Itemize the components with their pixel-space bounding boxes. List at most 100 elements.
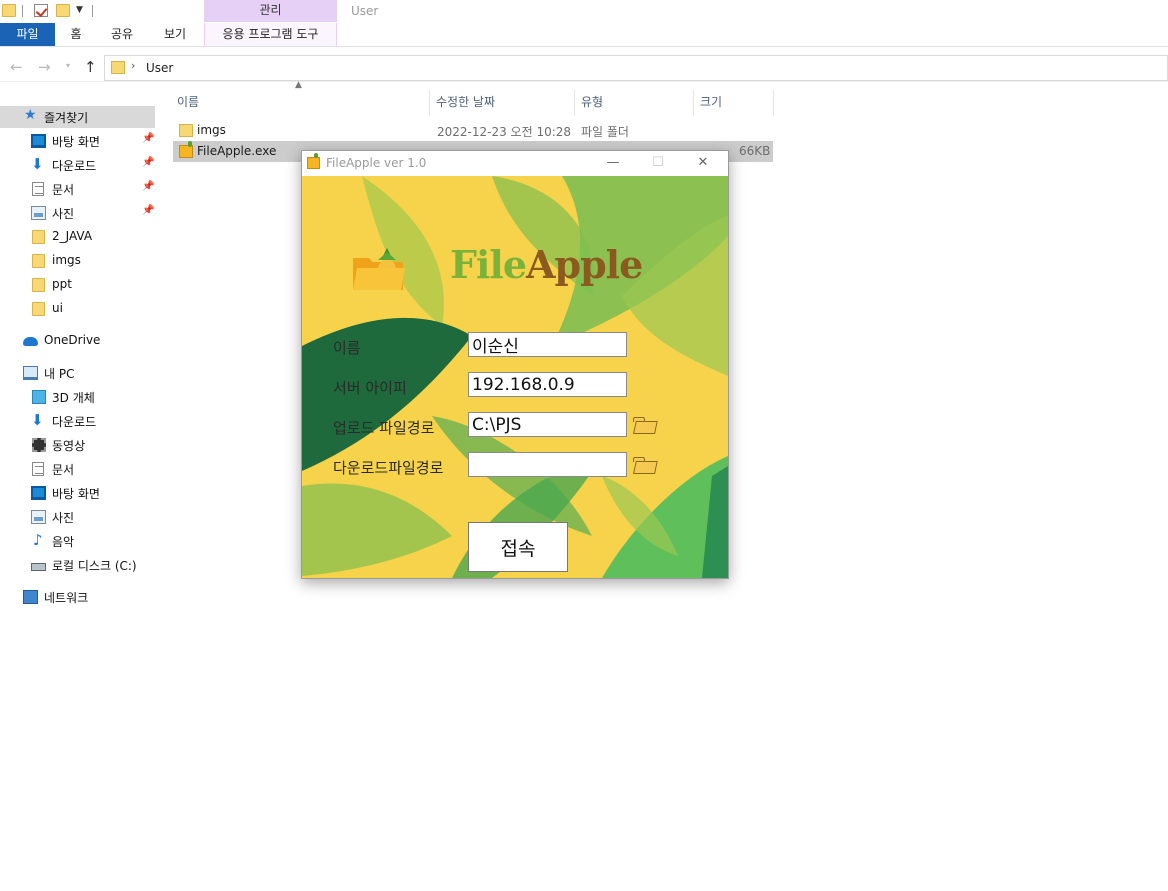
fileapple-title-bar[interactable]: FileApple ver 1.0 — ☐ ✕: [302, 151, 728, 176]
file-size: 66KB: [739, 144, 771, 158]
nav-item-pictures[interactable]: 사진 📌: [0, 202, 155, 224]
sort-ascending-icon: ▲: [295, 80, 302, 90]
name-label: 이름: [333, 339, 361, 357]
column-header-size[interactable]: 크기: [700, 88, 722, 116]
onedrive-cloud-icon: [23, 337, 38, 346]
nav-item-ppt[interactable]: ppt: [0, 274, 155, 296]
tab-view[interactable]: 보기: [157, 23, 193, 46]
breadcrumb-current[interactable]: User: [146, 61, 173, 75]
properties-icon[interactable]: [34, 4, 48, 17]
window-title: User: [351, 4, 379, 18]
upload-path-input[interactable]: [468, 412, 627, 437]
up-arrow-icon[interactable]: ↑: [84, 58, 97, 76]
nav-label: 바탕 화면: [52, 135, 100, 149]
server-ip-label: 서버 아이피: [333, 379, 407, 397]
forward-arrow-icon[interactable]: →: [38, 58, 51, 76]
fileapple-app-icon: [179, 141, 193, 158]
column-divider[interactable]: [693, 90, 694, 116]
address-input[interactable]: › User: [104, 55, 1168, 81]
network-icon: [23, 590, 38, 604]
nav-item-music[interactable]: ♪ 음악: [0, 530, 155, 552]
nav-item-2-java[interactable]: 2_JAVA: [0, 226, 155, 248]
nav-label: 3D 개체: [52, 391, 95, 405]
nav-label: ppt: [52, 277, 72, 291]
tab-share[interactable]: 공유: [104, 23, 140, 46]
nav-item-favorites[interactable]: ★ 즐겨찾기: [0, 106, 155, 128]
fileapple-window: FileApple ver 1.0 — ☐ ✕ FileApple 이름 이순신…: [301, 150, 729, 579]
close-icon[interactable]: ✕: [688, 153, 718, 173]
fileapple-content: FileApple 이름 서버 아이피 업로드 파일경로 다운로드파일경로 접속: [302, 176, 728, 578]
column-divider[interactable]: [773, 90, 774, 116]
name-input[interactable]: [468, 332, 627, 357]
tab-file[interactable]: 파일: [0, 23, 55, 46]
column-divider[interactable]: [429, 90, 430, 116]
nav-label: 로컬 디스크 (C:): [52, 559, 137, 573]
nav-label: 동영상: [52, 439, 86, 453]
address-bar-row: ← → ▾ ↑ › User: [0, 53, 1168, 82]
nav-item-ui[interactable]: ui: [0, 298, 155, 320]
explorer-title-bar: ▼ 관리 User: [0, 0, 1168, 23]
customize-quick-access-icon[interactable]: ▼: [76, 5, 83, 15]
nav-item-local-disk[interactable]: 로컬 디스크 (C:): [0, 554, 155, 576]
nav-label: imgs: [52, 253, 81, 267]
nav-label: 문서: [52, 183, 75, 197]
nav-item-pc-downloads[interactable]: ⬇ 다운로드: [0, 410, 155, 432]
column-header-name[interactable]: 이름: [177, 88, 199, 116]
nav-item-onedrive[interactable]: OneDrive: [0, 330, 155, 352]
browse-upload-folder-icon[interactable]: [633, 417, 658, 435]
star-icon: ★: [24, 107, 37, 123]
nav-item-pc-pictures[interactable]: 사진: [0, 506, 155, 528]
back-arrow-icon[interactable]: ←: [10, 58, 23, 76]
minimize-icon[interactable]: —: [598, 153, 628, 173]
tab-app-tools[interactable]: 응용 프로그램 도구: [204, 23, 337, 46]
column-header-type[interactable]: 유형: [581, 88, 603, 116]
file-modified: 2022-12-23 오전 10:28: [437, 125, 572, 139]
file-name: FileApple.exe: [197, 144, 277, 158]
nav-item-imgs[interactable]: imgs: [0, 250, 155, 272]
download-path-label: 다운로드파일경로: [333, 459, 444, 477]
nav-item-3d-objects[interactable]: 3D 개체: [0, 386, 155, 408]
nav-label: 즐겨찾기: [44, 111, 89, 125]
nav-item-this-pc[interactable]: 내 PC: [0, 362, 155, 384]
nav-item-pc-desktop[interactable]: 바탕 화면: [0, 482, 155, 504]
download-icon: ⬇: [31, 155, 44, 173]
nav-label: 바탕 화면: [52, 487, 100, 501]
navigation-pane: ★ 즐겨찾기 바탕 화면 📌 ⬇ 다운로드 📌 문서 📌 사진 📌 2_JAVA…: [0, 104, 160, 624]
breadcrumb-chevron-icon[interactable]: ›: [131, 59, 135, 72]
download-path-input[interactable]: [468, 452, 627, 477]
documents-icon: [32, 182, 44, 196]
nav-label: ui: [52, 301, 63, 315]
new-folder-icon[interactable]: [56, 4, 70, 17]
recent-locations-chevron-icon[interactable]: ▾: [66, 61, 70, 70]
nav-label: 2_JAVA: [52, 229, 93, 243]
context-tab-header: 관리: [204, 0, 337, 22]
local-disk-icon: [31, 563, 46, 571]
nav-label: OneDrive: [44, 333, 101, 347]
folder-icon: [32, 302, 45, 316]
videos-icon: [32, 438, 46, 452]
nav-label: 사진: [52, 511, 75, 525]
desktop-icon: [31, 486, 46, 500]
nav-item-documents[interactable]: 문서 📌: [0, 178, 155, 200]
nav-item-desktop[interactable]: 바탕 화면 📌: [0, 130, 155, 152]
music-icon: ♪: [33, 531, 43, 549]
nav-item-videos[interactable]: 동영상: [0, 434, 155, 456]
nav-label: 네트워크: [44, 591, 89, 605]
nav-item-network[interactable]: 네트워크: [0, 586, 155, 608]
tab-home[interactable]: 홈: [62, 23, 90, 46]
maximize-icon[interactable]: ☐: [643, 153, 673, 173]
nav-item-downloads[interactable]: ⬇ 다운로드 📌: [0, 154, 155, 176]
logo-file-text: File: [450, 242, 527, 287]
column-divider[interactable]: [574, 90, 575, 116]
server-ip-input[interactable]: [468, 372, 627, 397]
browse-download-folder-icon[interactable]: [633, 457, 658, 475]
file-type: 파일 폴더: [581, 125, 629, 139]
folder-icon: [32, 278, 45, 292]
separator: [22, 5, 23, 17]
download-icon: ⬇: [31, 411, 44, 429]
file-name: imgs: [197, 123, 226, 137]
column-header-modified[interactable]: 수정한 날짜: [436, 88, 495, 116]
connect-button[interactable]: 접속: [468, 522, 568, 572]
nav-item-pc-documents[interactable]: 문서: [0, 458, 155, 480]
file-row[interactable]: imgs 2022-12-23 오전 10:28 파일 폴더: [173, 120, 773, 141]
